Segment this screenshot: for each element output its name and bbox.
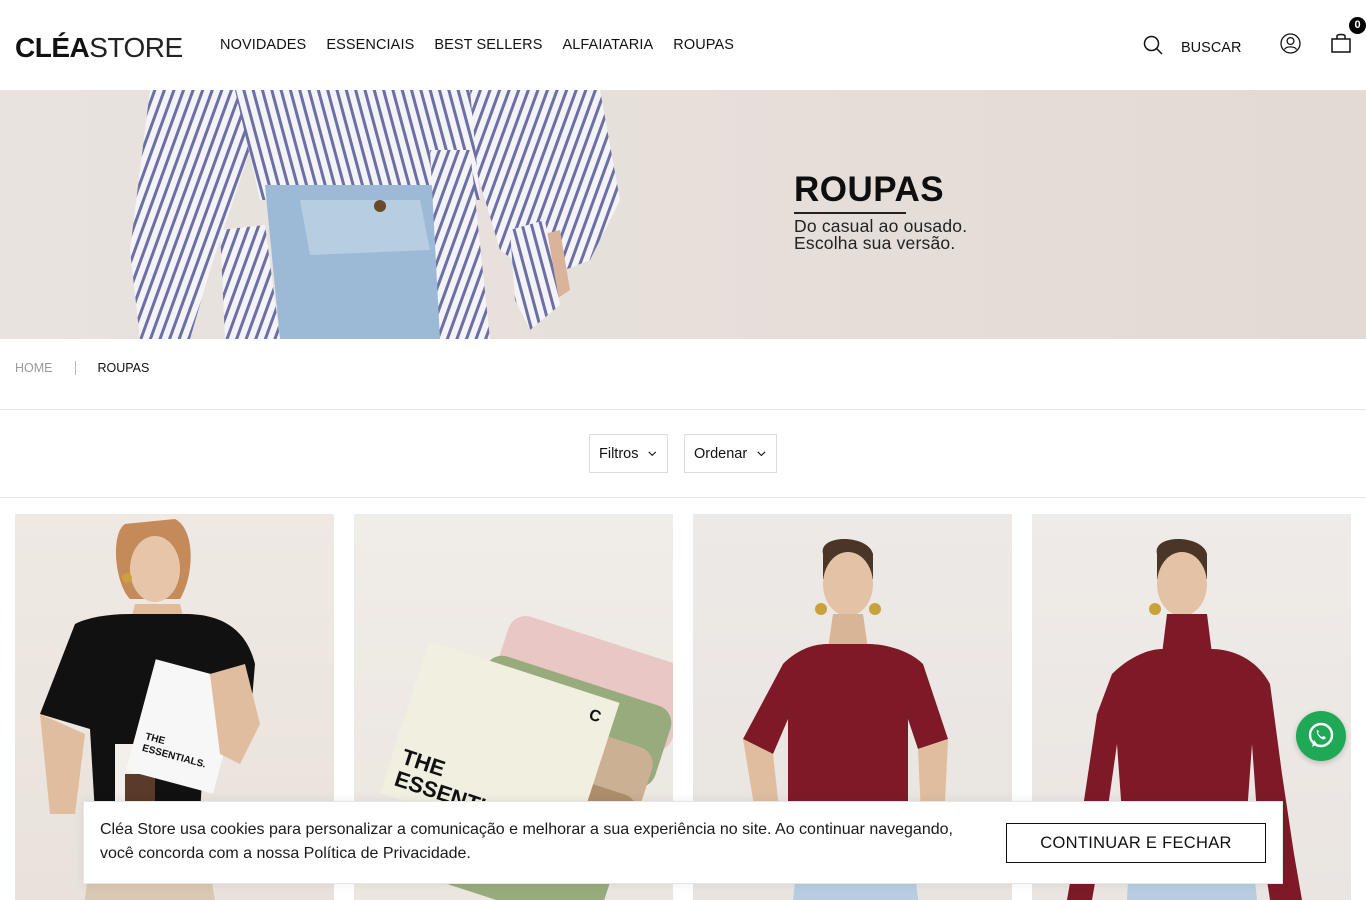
- logo-light: STORE: [89, 32, 183, 63]
- search-label: BUSCAR: [1181, 39, 1242, 56]
- filters-dropdown[interactable]: Filtros: [589, 434, 668, 473]
- site-header: CLÉASTORE NOVIDADES ESSENCIAIS BEST SELL…: [0, 0, 1366, 90]
- whatsapp-icon: [1308, 722, 1334, 748]
- banner-divider: [794, 212, 906, 214]
- cart-count-badge: 0: [1349, 17, 1366, 34]
- breadcrumb: HOME ROUPAS: [15, 361, 149, 375]
- breadcrumb-separator: [74, 361, 76, 375]
- banner-title: ROUPAS: [794, 170, 945, 209]
- continue-close-button[interactable]: CONTINUAR E FECHAR: [1006, 823, 1266, 863]
- main-nav: NOVIDADES ESSENCIAIS BEST SELLERS ALFAIA…: [220, 37, 754, 53]
- cart-icon[interactable]: [1330, 32, 1352, 59]
- user-icon[interactable]: [1280, 33, 1301, 59]
- filters-label: Filtros: [599, 445, 639, 462]
- search-icon: [1143, 35, 1163, 60]
- banner-subtitle-line2: Escolha sua versão.: [794, 233, 956, 253]
- banner-subtitle: Do casual ao ousado. Escolha sua versão.: [794, 217, 967, 253]
- logo-strong: CLÉA: [15, 32, 90, 63]
- nav-best-sellers[interactable]: BEST SELLERS: [434, 37, 542, 53]
- cookie-banner: Cléa Store usa cookies para personalizar…: [83, 801, 1283, 884]
- nav-novidades[interactable]: NOVIDADES: [220, 37, 306, 53]
- chevron-down-icon: [757, 450, 766, 456]
- breadcrumb-current: ROUPAS: [97, 361, 150, 375]
- breadcrumb-home[interactable]: HOME: [15, 361, 53, 375]
- banner-model-image: [130, 90, 620, 339]
- logo[interactable]: CLÉASTORE: [15, 32, 183, 64]
- divider: [0, 497, 1366, 498]
- search-button[interactable]: BUSCAR: [1143, 35, 1241, 60]
- nav-alfaiataria[interactable]: ALFAIATARIA: [562, 37, 653, 53]
- nav-essenciais[interactable]: ESSENCIAIS: [326, 37, 414, 53]
- sort-label: Ordenar: [694, 445, 748, 462]
- divider: [0, 409, 1366, 410]
- sort-dropdown[interactable]: Ordenar: [684, 434, 777, 473]
- chevron-down-icon: [648, 450, 657, 456]
- whatsapp-button[interactable]: [1296, 711, 1346, 761]
- nav-roupas[interactable]: ROUPAS: [673, 37, 734, 53]
- category-banner: ROUPAS Do casual ao ousado. Escolha sua …: [0, 90, 1366, 339]
- cookie-text: Cléa Store usa cookies para personalizar…: [100, 821, 953, 862]
